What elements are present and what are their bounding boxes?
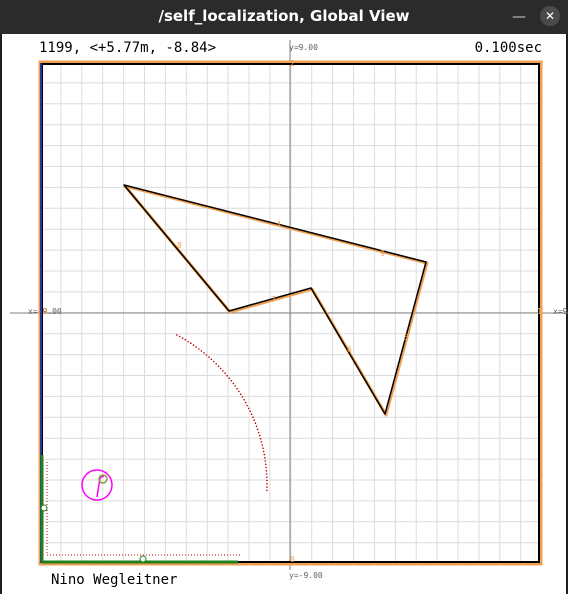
- scan-point: [252, 416, 254, 419]
- global-view-canvas[interactable]: y=9.00 y=-9.00 x=-9.00 x=9 2 0 3 1 4 5 6…: [0, 0, 568, 594]
- scan-point: [239, 393, 242, 396]
- y-top-label: y=9.00: [289, 43, 318, 52]
- scan-point: [205, 354, 208, 356]
- scan-point: [230, 380, 233, 382]
- scan-point: [264, 460, 267, 462]
- scan-point: [244, 401, 247, 404]
- scan-point: [241, 396, 244, 398]
- scan-point: [198, 348, 200, 350]
- status-pose-readout: 1199, <+5.77m, -8.84>: [39, 40, 217, 56]
- scan-point: [247, 407, 250, 410]
- scan-point: [232, 382, 235, 385]
- scan-point: [187, 340, 189, 343]
- scan-point: [264, 463, 267, 466]
- scan-point: [250, 413, 253, 416]
- scan-point: [213, 360, 215, 363]
- scan-point: [265, 473, 268, 475]
- wall-marker-top: 2: [290, 59, 295, 68]
- scan-point: [178, 335, 181, 338]
- scan-point: [219, 367, 222, 370]
- scan-point: [266, 476, 268, 479]
- scan-point: [222, 370, 224, 372]
- scan-point: [243, 398, 245, 401]
- scan-point: [236, 387, 238, 390]
- scan-point: [262, 450, 265, 453]
- scan-point: [238, 390, 240, 393]
- scan-point: [257, 431, 260, 434]
- scan-point: [259, 437, 262, 440]
- scan-point: [228, 377, 231, 380]
- wall-marker-bottom: 0: [290, 555, 295, 564]
- scan-point: [258, 434, 261, 437]
- obstacle-marker-9: 9: [380, 249, 385, 258]
- scan-point: [265, 466, 267, 469]
- scan-point: [254, 422, 257, 425]
- scan-point: [224, 372, 226, 375]
- x-right-label: x=9: [553, 307, 568, 316]
- scan-point: [184, 338, 187, 341]
- scan-point: [215, 362, 217, 365]
- scan-point: [217, 365, 220, 367]
- scan-point: [234, 385, 236, 387]
- landmark-bottom: [139, 555, 147, 563]
- scan-point: [181, 337, 184, 339]
- scan-point: [203, 352, 205, 354]
- scan-point: [246, 404, 248, 407]
- scan-point: [253, 419, 255, 422]
- scan-point: [266, 483, 268, 485]
- author-label: Nino Wegleitner: [51, 572, 178, 588]
- landmark-left: [40, 504, 48, 512]
- scan-point: [266, 489, 268, 492]
- y-bottom-label: y=-9.00: [289, 571, 323, 580]
- scan-point: [176, 334, 178, 336]
- scan-point: [226, 374, 228, 377]
- scan-point: [264, 457, 266, 459]
- obstacle-marker-7: 7: [271, 295, 276, 304]
- scan-point: [265, 470, 268, 472]
- scan-point: [210, 358, 213, 361]
- status-time-readout: 0.100sec: [474, 40, 542, 56]
- wall-marker-right: 1: [537, 307, 542, 316]
- obstacle-marker-6: 6: [347, 345, 352, 354]
- scan-point: [260, 441, 263, 443]
- obstacle-marker-4: 4: [276, 220, 281, 229]
- wall-marker-left: 3: [43, 307, 48, 316]
- scan-point: [192, 344, 195, 346]
- scan-point: [255, 425, 258, 428]
- scan-point: [266, 486, 268, 488]
- obstacle-marker-8: 8: [177, 241, 182, 250]
- scan-point: [266, 479, 268, 482]
- scan-point: [263, 453, 266, 456]
- scan-point: [261, 444, 264, 446]
- scan-point: [262, 447, 264, 450]
- obstacle-marker-5: 5: [404, 333, 409, 342]
- scan-point: [195, 346, 197, 348]
- scan-point: [200, 350, 203, 352]
- laser-scan-trace: [176, 334, 268, 492]
- scan-point: [256, 428, 259, 431]
- scan-point: [249, 410, 251, 413]
- scan-point: [190, 342, 192, 345]
- scan-point: [208, 356, 210, 358]
